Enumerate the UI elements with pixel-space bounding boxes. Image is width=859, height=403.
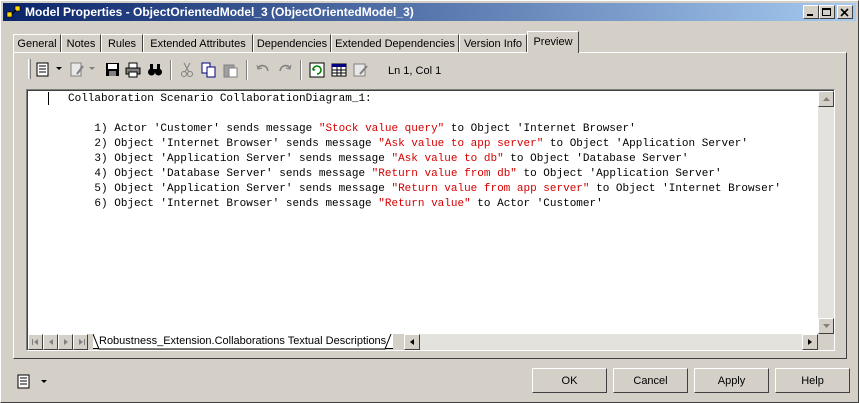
find-icon[interactable] bbox=[146, 61, 164, 79]
save-icon[interactable] bbox=[104, 61, 122, 79]
toolbar-grip bbox=[28, 59, 31, 79]
chevron-right-icon bbox=[808, 339, 812, 345]
tab-general[interactable]: General bbox=[13, 34, 61, 52]
vertical-scrollbar[interactable] bbox=[818, 91, 834, 334]
tab-preview[interactable]: Preview bbox=[527, 31, 579, 53]
list-menu-icon bbox=[17, 374, 47, 389]
preview-text[interactable]: Collaboration Scenario CollaborationDiag… bbox=[68, 92, 781, 212]
code-line: 4) Object 'Database Server' sends messag… bbox=[94, 168, 722, 180]
close-button[interactable] bbox=[837, 5, 853, 19]
code-line: 2) Object 'Internet Browser' sends messa… bbox=[94, 138, 748, 150]
model-icon bbox=[6, 4, 22, 20]
properties-icon[interactable] bbox=[34, 61, 52, 79]
prev-sheet-button[interactable] bbox=[43, 334, 58, 350]
undo-icon[interactable] bbox=[254, 61, 272, 79]
redo-icon[interactable] bbox=[276, 61, 294, 79]
title-bar[interactable]: Model Properties - ObjectOrientedModel_3… bbox=[3, 3, 856, 21]
horizontal-scroll-track[interactable] bbox=[420, 334, 802, 350]
code-line: 6) Object 'Internet Browser' sends messa… bbox=[94, 198, 603, 210]
maximize-icon bbox=[822, 8, 831, 16]
model-properties-window: Model Properties - ObjectOrientedModel_3… bbox=[0, 0, 859, 403]
ok-button[interactable]: OK bbox=[532, 368, 607, 393]
scroll-left-button[interactable] bbox=[404, 334, 420, 350]
toolbar-separator bbox=[300, 60, 302, 80]
minimize-icon bbox=[807, 14, 813, 16]
code-line: 1) Actor 'Customer' sends message "Stock… bbox=[94, 123, 636, 135]
preview-panel: Ln 1, Col 1 Collaboration Scenario Colla… bbox=[13, 52, 847, 359]
chevron-down-icon bbox=[89, 67, 95, 70]
scroll-down-button[interactable] bbox=[818, 318, 834, 334]
edit-icon[interactable] bbox=[68, 61, 86, 79]
grid-icon[interactable] bbox=[330, 61, 348, 79]
chevron-first-icon bbox=[32, 339, 38, 345]
tab-extended-dependencies[interactable]: Extended Dependencies bbox=[331, 34, 459, 52]
scroll-up-button[interactable] bbox=[818, 91, 834, 107]
maximize-button[interactable] bbox=[819, 5, 835, 19]
next-sheet-button[interactable] bbox=[58, 334, 73, 350]
cut-icon[interactable] bbox=[178, 61, 196, 79]
print-icon[interactable] bbox=[124, 61, 142, 79]
preview-editor[interactable]: Collaboration Scenario CollaborationDiag… bbox=[26, 89, 835, 351]
code-heading: Collaboration Scenario CollaborationDiag… bbox=[68, 93, 372, 105]
edit-document-icon[interactable] bbox=[352, 61, 370, 79]
window-title: Model Properties - ObjectOrientedModel_3… bbox=[25, 5, 414, 19]
tab-extended-attributes[interactable]: Extended Attributes bbox=[143, 34, 253, 52]
code-line: 3) Object 'Application Server' sends mes… bbox=[94, 153, 689, 165]
sheet-tab-bar: Robustness_Extension.Collaborations Text… bbox=[28, 334, 834, 350]
scroll-right-button[interactable] bbox=[802, 334, 818, 350]
copy-icon[interactable] bbox=[200, 61, 218, 79]
refresh-icon[interactable] bbox=[308, 61, 326, 79]
sheet-tab-label: Robustness_Extension.Collaborations Text… bbox=[99, 335, 387, 347]
chevron-last-icon bbox=[79, 339, 85, 345]
last-sheet-button[interactable] bbox=[73, 334, 88, 350]
first-sheet-button[interactable] bbox=[28, 334, 43, 350]
close-icon bbox=[840, 8, 849, 17]
tab-version-info[interactable]: Version Info bbox=[459, 34, 527, 52]
sheet-tab-collaborations[interactable]: Robustness_Extension.Collaborations Text… bbox=[93, 334, 393, 350]
chevron-down-icon[interactable] bbox=[56, 67, 62, 70]
chevron-down-icon bbox=[823, 324, 830, 328]
paste-icon[interactable] bbox=[222, 61, 240, 79]
tab-rules[interactable]: Rules bbox=[101, 34, 143, 52]
toolbar-separator bbox=[246, 60, 248, 80]
cancel-button[interactable]: Cancel bbox=[613, 368, 688, 393]
chevron-left-icon bbox=[49, 339, 53, 345]
tab-notes[interactable]: Notes bbox=[61, 34, 101, 52]
chevron-right-icon bbox=[64, 339, 68, 345]
menu-tool-button[interactable] bbox=[17, 373, 53, 391]
help-button[interactable]: Help bbox=[775, 368, 850, 393]
cursor-position: Ln 1, Col 1 bbox=[388, 65, 442, 77]
text-caret bbox=[48, 92, 49, 105]
apply-button[interactable]: Apply bbox=[694, 368, 769, 393]
code-line: 5) Object 'Application Server' sends mes… bbox=[94, 183, 781, 195]
chevron-up-icon bbox=[823, 97, 830, 101]
toolbar-separator bbox=[170, 60, 172, 80]
tab-dependencies[interactable]: Dependencies bbox=[253, 34, 331, 52]
preview-toolbar: Ln 1, Col 1 bbox=[28, 57, 628, 83]
minimize-button[interactable] bbox=[803, 5, 819, 19]
chevron-left-icon bbox=[410, 339, 414, 345]
